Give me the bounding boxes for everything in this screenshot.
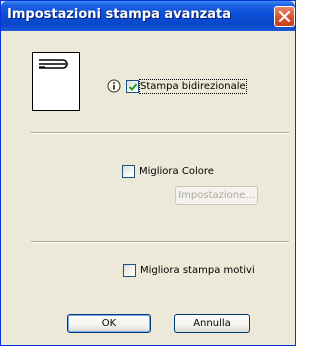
window-title: Impostazioni stampa avanzata xyxy=(7,7,232,22)
bidirectional-label[interactable]: Stampa bidirezionale xyxy=(139,79,247,94)
ok-button[interactable]: OK xyxy=(67,314,151,333)
divider xyxy=(31,132,289,134)
improve-pattern-label[interactable]: Migliora stampa motivi xyxy=(140,264,255,277)
info-icon xyxy=(107,79,121,93)
improve-color-checkbox[interactable] xyxy=(122,165,135,178)
close-icon xyxy=(279,11,290,22)
improve-color-label[interactable]: Migliora Colore xyxy=(139,165,214,178)
title-bar[interactable]: Impostazioni stampa avanzata xyxy=(1,1,295,31)
dialog-window: Impostazioni stampa avanzata Stampa bidi… xyxy=(0,0,296,346)
divider xyxy=(31,241,289,243)
print-direction-icon xyxy=(39,59,68,69)
close-button[interactable] xyxy=(274,6,295,27)
color-settings-button[interactable]: Impostazione... xyxy=(175,186,258,205)
checkmark-icon xyxy=(128,83,138,91)
improve-pattern-checkbox[interactable] xyxy=(123,264,136,277)
cancel-button[interactable]: Annulla xyxy=(174,314,250,333)
print-direction-preview xyxy=(32,52,80,111)
bidirectional-checkbox[interactable] xyxy=(126,80,139,93)
